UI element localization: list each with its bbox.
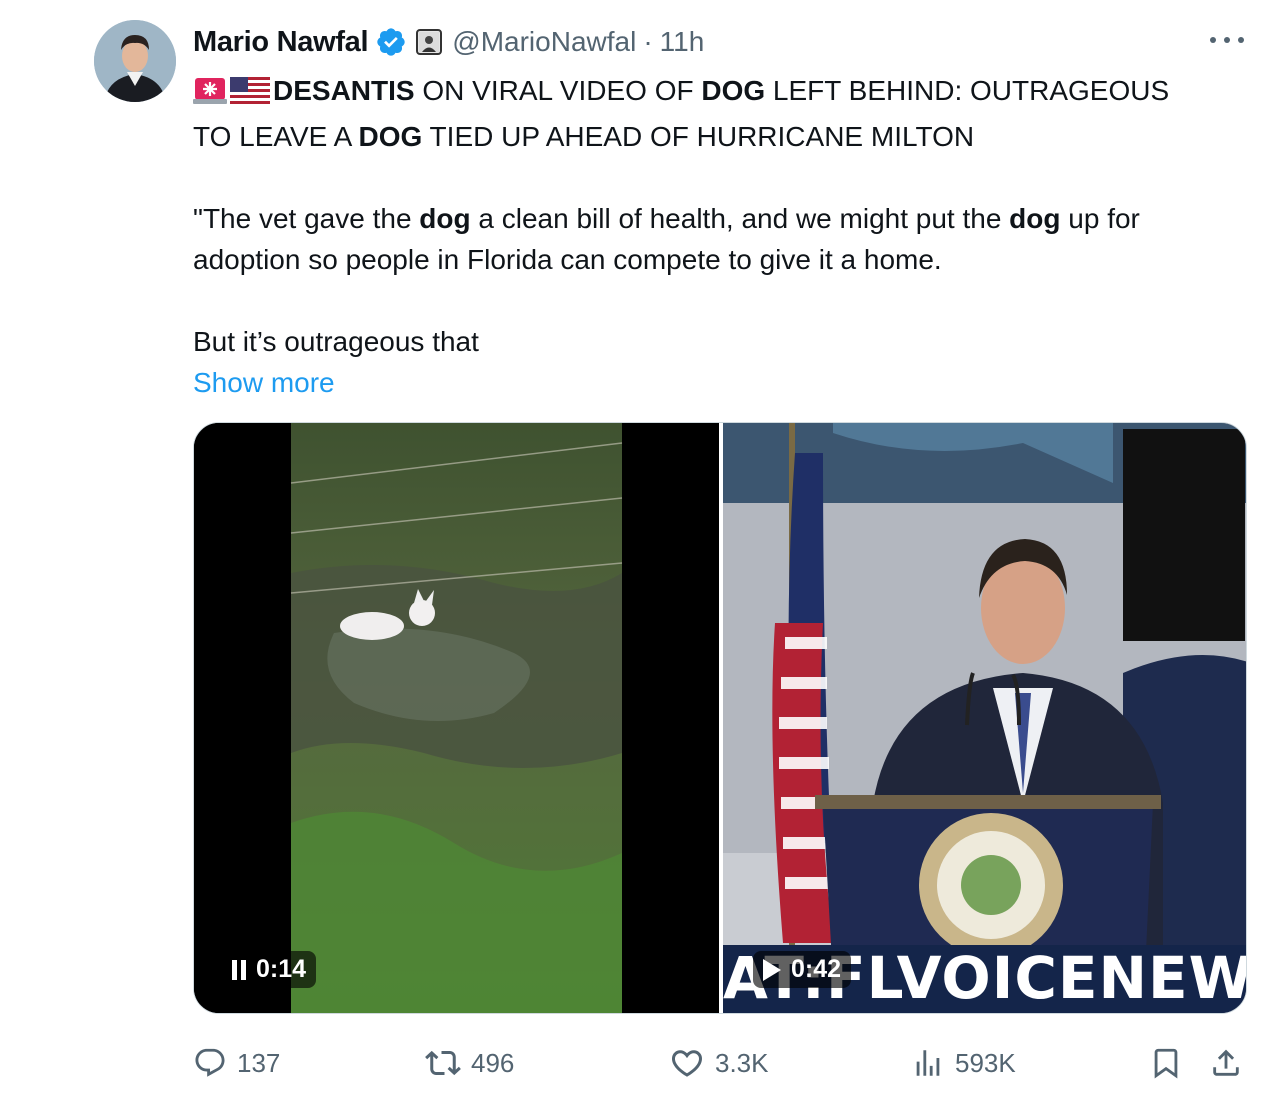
like-icon: [671, 1050, 703, 1077]
quote-line-1: "The vet gave the dog a clean bill of he…: [193, 198, 1253, 239]
share-button[interactable]: [1209, 1040, 1243, 1086]
headline-line-1: DESANTIS ON VIRAL VIDEO OF DOG LEFT BEHI…: [193, 70, 1253, 116]
repost-icon: [425, 1050, 461, 1076]
repost-count: 496: [471, 1047, 515, 1078]
like-button[interactable]: 3.3K: [669, 1040, 769, 1086]
author-avatar[interactable]: [94, 20, 176, 102]
press-conference-frame: [723, 423, 1246, 1013]
reply-icon: [195, 1048, 225, 1077]
tweet-text: DESANTIS ON VIRAL VIDEO OF DOG LEFT BEHI…: [193, 70, 1253, 403]
views-count: 593K: [955, 1047, 1016, 1078]
share-icon: [1213, 1049, 1239, 1076]
dog-video-frame: [194, 423, 719, 1013]
tweet-header: Mario Nawfal @MarioNawfal · 11h: [193, 22, 704, 62]
views-button[interactable]: 593K: [911, 1040, 1016, 1086]
avatar-image: [94, 20, 176, 102]
play-icon[interactable]: [763, 958, 781, 981]
quote-line-2: adoption so people in Florida can compet…: [193, 244, 942, 275]
siren-emoji-icon: [193, 75, 227, 116]
quote-part: up for: [1060, 203, 1140, 234]
headline-part: DOG: [358, 121, 423, 152]
headline-part: TIED UP AHEAD OF HURRICANE MILTON: [422, 121, 975, 152]
quote-part: a clean bill of health, and we might put…: [470, 203, 1010, 234]
headline-line-2: TO LEAVE A DOG TIED UP AHEAD OF HURRICAN…: [193, 116, 1253, 157]
headline-part: DOG: [701, 75, 766, 106]
bookmark-button[interactable]: [1149, 1040, 1183, 1086]
quote-part: dog: [419, 203, 471, 234]
bookmark-icon: [1154, 1048, 1178, 1079]
quote-line-3: But it’s outrageous that: [193, 326, 479, 357]
reply-count: 137: [237, 1047, 281, 1078]
author-handle[interactable]: @MarioNawfal: [452, 26, 636, 58]
video-time-right: 0:42: [791, 955, 842, 983]
views-icon: [916, 1050, 940, 1076]
author-name[interactable]: Mario Nawfal: [193, 26, 369, 59]
affiliate-badge-icon[interactable]: [416, 29, 443, 55]
video-time-left: 0:14: [256, 955, 307, 983]
headline-part: ON VIRAL VIDEO OF: [414, 75, 702, 106]
us-flag-emoji-icon: [230, 75, 270, 116]
verified-badge-icon[interactable]: [375, 26, 407, 58]
video-dog[interactable]: 0:14: [194, 423, 719, 1013]
like-count: 3.3K: [715, 1047, 769, 1078]
quote-part: "The vet gave the: [193, 203, 420, 234]
separator-dot: ·: [643, 26, 653, 57]
post-time[interactable]: 11h: [660, 26, 705, 58]
video-timer-left[interactable]: 0:14: [222, 951, 317, 988]
pause-icon[interactable]: [232, 959, 246, 980]
headline-part: DESANTIS: [273, 75, 415, 106]
video-timer-right[interactable]: 0:42: [753, 951, 852, 988]
action-bar: 137 496 3.3K 593K: [193, 1040, 1253, 1090]
more-icon[interactable]: [1210, 30, 1244, 50]
headline-part: TO LEAVE A: [193, 121, 359, 152]
video-press-conference[interactable]: AT:FLVOICENEW 0:42: [719, 423, 1246, 1013]
headline-part: LEFT BEHIND: OUTRAGEOUS: [765, 75, 1170, 106]
quote-part: dog: [1009, 203, 1061, 234]
show-more-link[interactable]: Show more: [193, 362, 335, 403]
reply-button[interactable]: 137: [193, 1040, 280, 1086]
media-grid: 0:14 AT:FLVOICENEW 0:42: [193, 422, 1247, 1014]
repost-button[interactable]: 496: [425, 1040, 514, 1086]
